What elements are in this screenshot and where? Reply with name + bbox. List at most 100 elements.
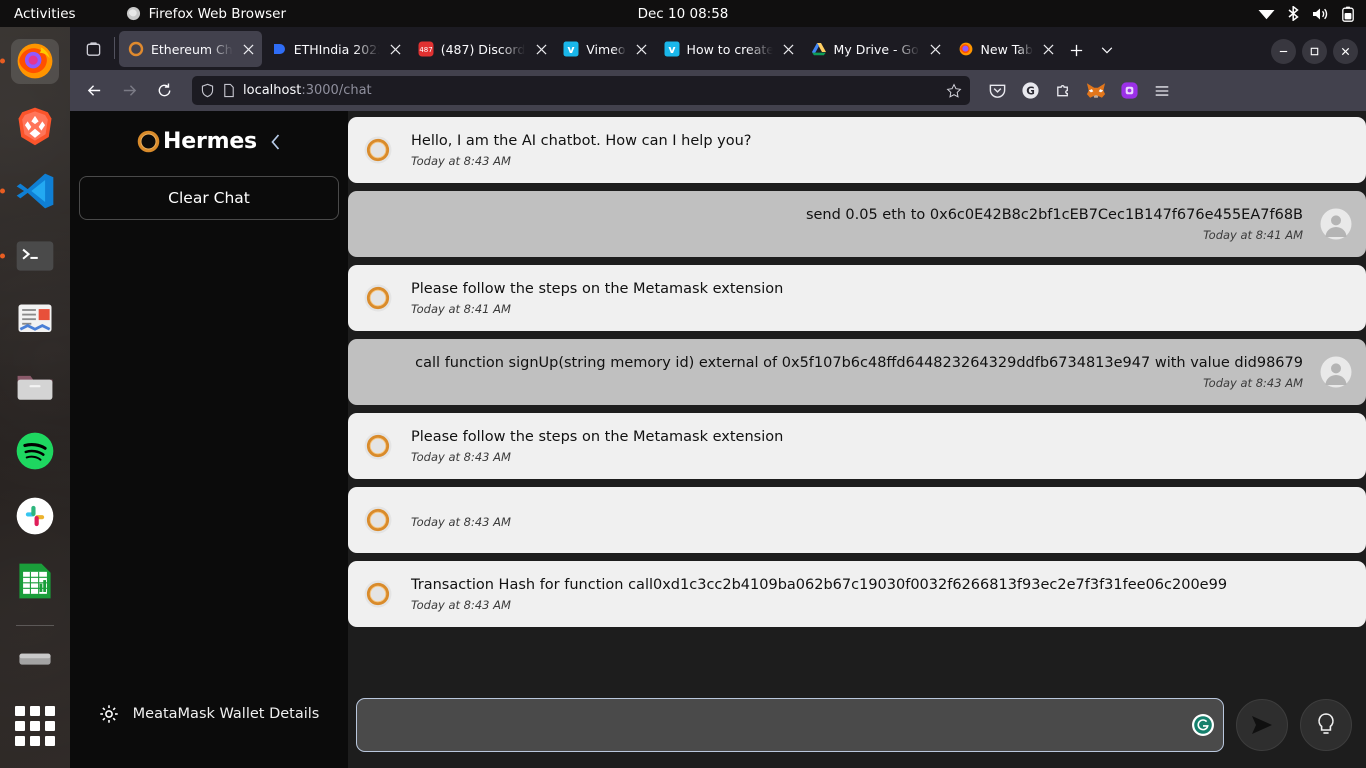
apps-grid-icon (15, 705, 55, 746)
message-list[interactable]: Hello, I am the AI chatbot. How can I he… (348, 111, 1366, 690)
tab-close-button[interactable] (532, 40, 550, 58)
message-composer (348, 690, 1366, 768)
battery-icon (1342, 6, 1354, 22)
tab-vimeo[interactable]: v Vimeo (554, 31, 654, 67)
window-controls (1271, 39, 1358, 64)
active-app-menu[interactable]: Firefox Web Browser (126, 6, 286, 22)
reload-button[interactable] (148, 75, 180, 107)
lightbulb-icon (1318, 713, 1334, 734)
tab-title: New Tab (980, 41, 1033, 57)
show-applications-button[interactable] (11, 703, 59, 748)
bot-avatar (362, 578, 394, 610)
message-text: Please follow the steps on the Metamask … (411, 429, 784, 446)
firefox-icon (959, 42, 972, 56)
metamask-wallet-details-item[interactable]: MeataMask Wallet Details (70, 704, 348, 724)
message-row: call function signUp(string memory id) e… (348, 339, 1366, 405)
vimeo-icon: v (664, 41, 680, 57)
close-icon (243, 43, 254, 55)
dock-item-trash[interactable] (11, 638, 59, 683)
dock-item-slack[interactable] (11, 493, 59, 538)
dock-item-firefox[interactable] (0, 39, 59, 84)
hermes-ring-icon (364, 580, 392, 608)
message-timestamp: Today at 8:43 AM (411, 153, 511, 168)
pocket-icon[interactable] (982, 76, 1012, 106)
tab-close-button[interactable] (387, 40, 405, 58)
tab-ethindia[interactable]: ETHIndia 2023 (262, 31, 409, 67)
message-body: Transaction Hash for function call0xd1c3… (394, 576, 1227, 612)
message-row: Please follow the steps on the Metamask … (348, 265, 1366, 331)
dock-item-terminal[interactable] (0, 234, 59, 279)
message-text: call function signUp(string memory id) e… (415, 355, 1303, 372)
tab-ethereum-chat[interactable]: Ethereum Ch (119, 31, 262, 67)
app-menu-button[interactable] (1147, 76, 1177, 106)
activities-button[interactable]: Activities (14, 6, 76, 22)
files-icon (17, 375, 53, 400)
forward-button[interactable] (113, 75, 145, 107)
composer-input-wrapper (356, 698, 1224, 752)
maximize-button[interactable] (1302, 39, 1327, 64)
tab-close-button[interactable] (633, 40, 651, 58)
list-all-tabs-button[interactable] (76, 32, 110, 66)
discord-icon: 487 (418, 41, 434, 57)
chevron-left-icon[interactable] (269, 132, 282, 152)
all-tabs-menu-button[interactable] (1092, 35, 1122, 65)
tab-close-button[interactable] (927, 40, 945, 58)
grammarly-badge-icon[interactable] (1192, 714, 1214, 736)
extensions-puzzle-icon[interactable] (1048, 76, 1078, 106)
tab-close-button[interactable] (240, 40, 258, 58)
hermes-ring-icon (137, 130, 160, 153)
hermes-ring-icon (364, 506, 392, 534)
send-button[interactable] (1236, 699, 1288, 751)
dock-item-vscode[interactable] (0, 169, 59, 214)
tab-discord[interactable]: 487 (487) Discord (409, 31, 555, 67)
tab-title: Vimeo (586, 41, 626, 57)
grammarly-icon[interactable]: G (1015, 76, 1045, 106)
app-brand: Hermes (70, 129, 348, 154)
user-avatar (1320, 356, 1352, 388)
dock-item-spotify[interactable] (11, 429, 59, 474)
chat-message-input[interactable] (356, 698, 1224, 752)
dock-item-text-editor[interactable] (11, 299, 59, 344)
url-host: localhost (243, 83, 302, 98)
minimize-icon (1279, 50, 1288, 53)
send-icon (1252, 716, 1272, 734)
dock-item-files[interactable] (11, 364, 59, 409)
metamask-fox-icon (1086, 83, 1106, 98)
minimize-button[interactable] (1271, 39, 1296, 64)
tab-my-drive[interactable]: My Drive - Goo (802, 31, 949, 67)
tab-close-button[interactable] (780, 40, 798, 58)
spotify-icon (16, 432, 54, 470)
tab-new-tab[interactable]: New Tab (949, 31, 1062, 67)
text-editor-icon (18, 304, 52, 333)
address-bar[interactable]: localhost:3000/chat (192, 76, 970, 105)
bot-avatar (362, 134, 394, 166)
message-body: call function signUp(string memory id) e… (415, 354, 1320, 390)
metamask-icon[interactable] (1081, 76, 1111, 106)
dock-item-libreoffice-calc[interactable] (11, 558, 59, 603)
hermes-ring-icon (128, 41, 144, 57)
system-indicators[interactable] (1258, 6, 1354, 22)
message-body: send 0.05 eth to 0x6c0E42B8c2bf1cEB7Cec1… (806, 206, 1320, 242)
message-body: Hello, I am the AI chatbot. How can I he… (394, 132, 751, 168)
user-avatar-icon (1320, 356, 1352, 388)
suggestions-button[interactable] (1300, 699, 1352, 751)
close-window-button[interactable] (1333, 39, 1358, 64)
message-text: send 0.05 eth to 0x6c0E42B8c2bf1cEB7Cec1… (805, 207, 1303, 224)
hermes-ring-icon (364, 432, 392, 460)
tab-title: My Drive - Goo (833, 41, 920, 57)
hamburger-menu-icon (1155, 85, 1169, 96)
dock-separator (16, 625, 54, 627)
tab-close-button[interactable] (1040, 40, 1058, 58)
trash-icon (19, 653, 51, 665)
rabby-icon[interactable] (1114, 76, 1144, 106)
vscode-icon (16, 173, 54, 209)
tab-how-to-create[interactable]: v How to create (655, 31, 802, 67)
running-indicator-dot (0, 58, 5, 64)
dock-item-brave[interactable] (11, 104, 59, 149)
back-button[interactable] (78, 75, 110, 107)
terminal-icon (16, 241, 54, 271)
new-tab-button[interactable] (1062, 35, 1092, 65)
clear-chat-button[interactable]: Clear Chat (79, 176, 339, 220)
bookmark-star-icon[interactable] (946, 82, 962, 99)
close-icon (783, 43, 794, 55)
